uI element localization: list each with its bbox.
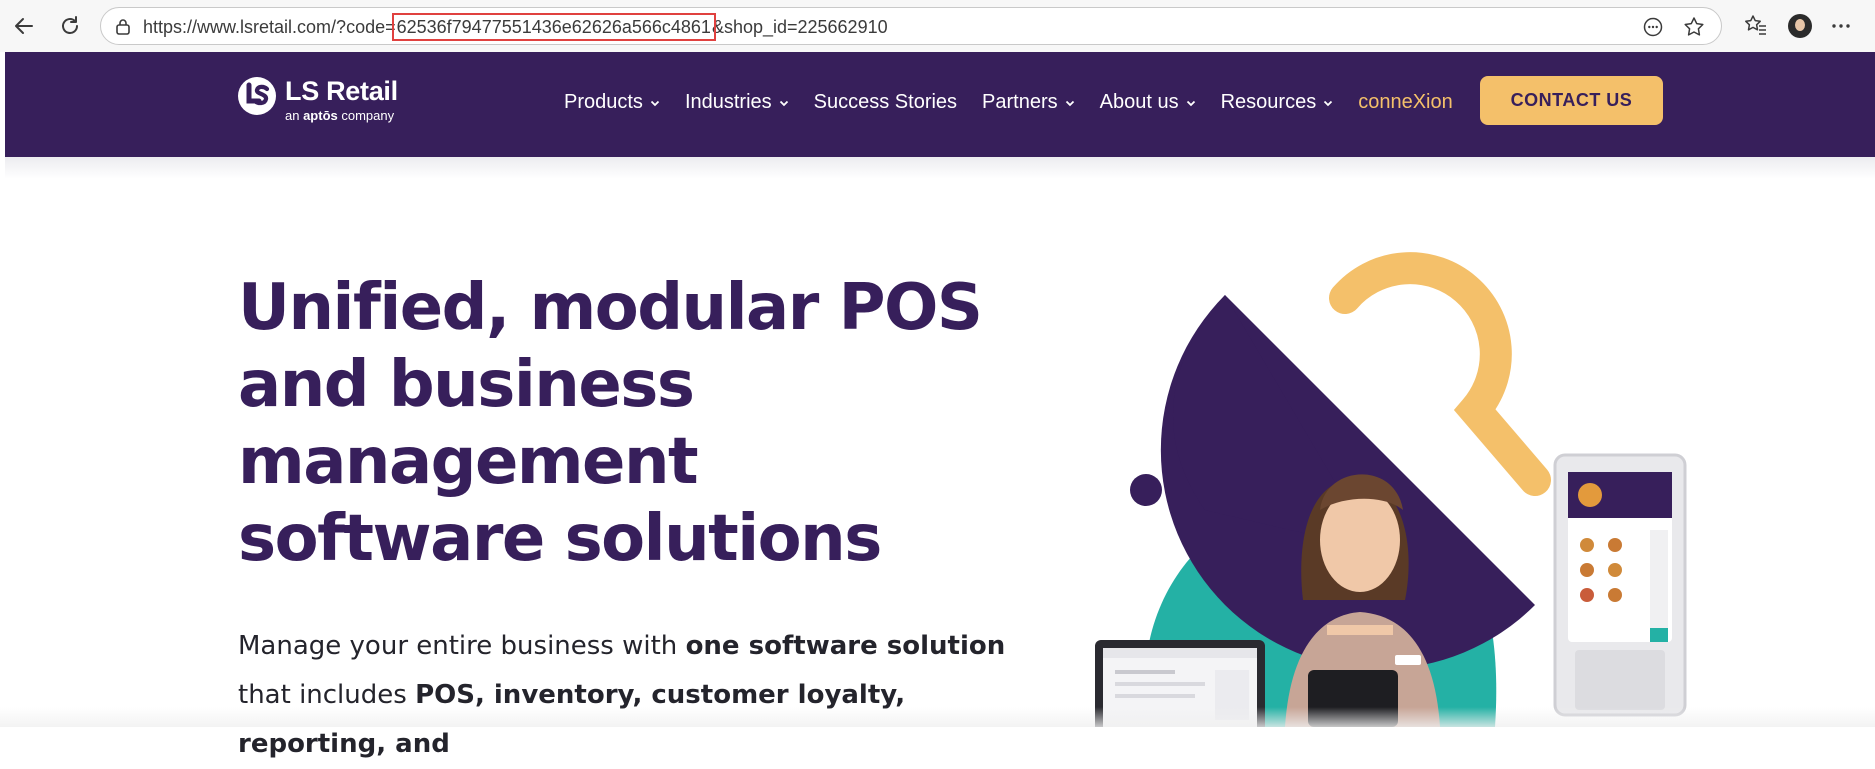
hero-illustration [1095,252,1687,727]
url-text[interactable]: https://www.lsretail.com/?code=62536f794… [143,13,888,41]
url-highlighted-code: 62536f79477551436e62626a566c4861 [391,13,716,41]
menu-connexion[interactable]: conneXion [1358,91,1453,114]
chevron-down-icon [1065,100,1074,106]
refresh-icon [62,16,78,34]
ls-retail-logo[interactable]: LS Retail an aptōs company [237,76,398,124]
logo-name: LS Retail [285,76,398,106]
lock-icon[interactable] [115,18,131,36]
chevron-down-icon [1324,100,1333,106]
refresh-button[interactable] [56,12,84,40]
menu-industries[interactable]: Industries [685,91,789,114]
menu-resources[interactable]: Resources [1221,91,1334,114]
site-header: LS Retail an aptōs company Products Indu… [5,52,1875,157]
main-menu: Products Industries Success Stories Part… [564,91,1478,114]
menu-about-us[interactable]: About us [1100,91,1196,114]
contact-us-button[interactable]: CONTACT US [1480,76,1663,125]
chevron-down-icon [650,100,660,106]
chevron-down-icon [779,100,788,106]
more-options-circle-icon[interactable] [1643,17,1663,37]
back-button[interactable] [10,12,38,40]
chevron-down-icon [1186,100,1195,106]
purple-dot-shape [1130,474,1162,506]
back-arrow-icon [15,18,33,34]
url-prefix: https://www.lsretail.com/?code= [143,17,396,37]
menu-products[interactable]: Products [564,91,660,114]
bottom-fade [0,707,1875,727]
kiosk-device [1553,453,1687,717]
menu-success-stories[interactable]: Success Stories [814,91,957,114]
hero-description: Manage your entire business with one sof… [238,631,1006,759]
url-suffix: &shop_id=225662910 [711,17,888,37]
ellipsis-icon [1832,24,1850,28]
profile-avatar[interactable] [1788,14,1812,38]
logo-tagline: an aptōs company [285,108,395,123]
favorites-list-icon [1745,15,1766,35]
header-shadow [5,157,1875,179]
favorite-star-icon[interactable] [1683,16,1705,38]
favorites-button[interactable] [1744,13,1768,37]
settings-more-button[interactable] [1830,16,1852,36]
address-bar[interactable]: https://www.lsretail.com/?code=62536f794… [100,7,1722,45]
hero-title: Unified, modular POS and business manage… [238,271,983,576]
menu-partners[interactable]: Partners [982,91,1075,114]
ls-retail-logo-icon [238,77,276,115]
browser-toolbar: https://www.lsretail.com/?code=62536f794… [0,0,1875,52]
